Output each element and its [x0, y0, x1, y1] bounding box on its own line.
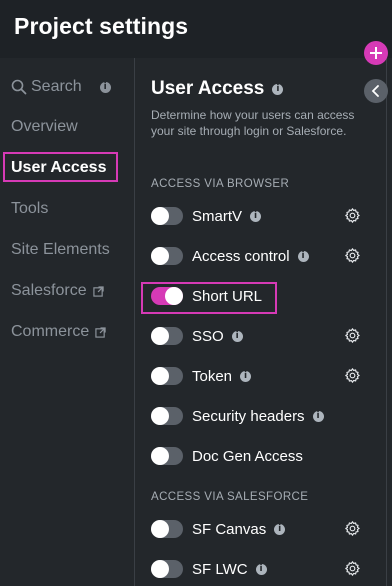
group-label-browser: ACCESS VIA BROWSER — [151, 178, 290, 190]
chevron-left-icon — [371, 85, 379, 97]
settings-sidebar: Search i Overview User Access Tools Site… — [0, 58, 134, 586]
toggle-knob — [151, 207, 169, 225]
info-icon[interactable]: i — [274, 523, 286, 535]
token-toggle[interactable] — [151, 367, 183, 385]
doc-gen-access-toggle[interactable] — [151, 447, 183, 465]
toggle-knob — [151, 520, 169, 538]
info-icon[interactable]: i — [250, 210, 262, 222]
setting-label: SmartV i — [192, 207, 262, 225]
setting-label: SF Canvas i — [192, 520, 286, 538]
setting-label-text: SSO — [192, 327, 224, 345]
setting-row-security-headers: Security headers i — [151, 403, 371, 429]
sidebar-item-overview[interactable]: Overview — [11, 118, 78, 136]
toggle-knob — [151, 247, 169, 265]
setting-row-access-control: Access control i — [151, 243, 371, 269]
setting-label-text: Security headers — [192, 407, 305, 425]
gear-icon[interactable] — [344, 207, 361, 224]
info-icon[interactable]: i — [297, 250, 309, 262]
setting-row-token: Token i — [151, 363, 371, 389]
section-description: Determine how your users can access your… — [151, 108, 355, 138]
toggle-knob — [151, 407, 169, 425]
sidebar-item-label: Salesforce — [11, 282, 87, 299]
sidebar-item-tools[interactable]: Tools — [11, 200, 48, 218]
active-item-highlight — [3, 152, 118, 182]
sidebar-item-label: Commerce — [11, 323, 90, 340]
sidebar-item-salesforce[interactable]: Salesforce — [11, 282, 104, 300]
setting-label: Doc Gen Access — [192, 448, 303, 465]
sidebar-item-label: Tools — [11, 200, 49, 217]
setting-label: SF LWC i — [192, 561, 267, 578]
sso-toggle[interactable] — [151, 327, 183, 345]
external-link-icon — [95, 326, 106, 338]
setting-label-text: SF LWC — [192, 560, 248, 578]
setting-label: SSO i — [192, 328, 243, 345]
gear-icon[interactable] — [344, 327, 361, 344]
user-access-panel: User Access i Determine how your users c… — [135, 58, 386, 586]
setting-row-sf-lwc: SF LWC i — [151, 556, 371, 582]
sidebar-item-label: Overview — [11, 118, 78, 135]
setting-row-sf-canvas: SF Canvas i — [151, 516, 371, 542]
sidebar-item-label: Site Elements — [11, 241, 110, 258]
setting-row-sso: SSO i — [151, 323, 371, 349]
setting-label-text: Doc Gen Access — [192, 447, 303, 465]
gear-icon[interactable] — [344, 367, 361, 384]
sidebar-search-label: Search — [31, 78, 82, 95]
security-headers-toggle[interactable] — [151, 407, 183, 425]
info-icon[interactable]: i — [272, 83, 284, 95]
setting-label-text: Token — [192, 367, 233, 385]
group-label-salesforce: ACCESS VIA SALESFORCE — [151, 491, 309, 503]
toggle-knob — [151, 367, 169, 385]
settings-header: Project settings — [0, 0, 392, 58]
setting-label: Access control i — [192, 248, 309, 265]
info-icon[interactable]: i — [255, 563, 267, 575]
section-title-label: User Access — [151, 78, 265, 99]
add-button[interactable] — [364, 41, 388, 65]
sidebar-search[interactable]: Search i — [11, 78, 111, 96]
gear-icon[interactable] — [344, 520, 361, 537]
setting-label-text: SmartV — [192, 207, 243, 225]
access-control-toggle[interactable] — [151, 247, 183, 265]
gear-icon[interactable] — [344, 247, 361, 264]
section-title: User Access i — [151, 78, 284, 100]
sidebar-item-commerce[interactable]: Commerce — [11, 323, 106, 341]
collapse-panel-button[interactable] — [364, 79, 388, 103]
info-icon[interactable]: i — [312, 410, 324, 422]
toggle-knob — [151, 560, 169, 578]
smartv-toggle[interactable] — [151, 207, 183, 225]
setting-row-doc-gen-access: Doc Gen Access — [151, 443, 371, 469]
info-icon[interactable]: i — [240, 370, 252, 382]
plus-icon — [370, 47, 382, 59]
external-link-icon — [92, 285, 104, 297]
setting-label-text: Access control — [192, 247, 290, 265]
panel-edge — [386, 58, 387, 586]
info-icon: i — [99, 81, 111, 93]
setting-label: Security headers i — [192, 408, 324, 425]
sidebar-item-site-elements[interactable]: Site Elements — [11, 241, 110, 259]
short-url-highlight — [141, 282, 277, 314]
search-icon — [11, 79, 27, 95]
toggle-knob — [151, 447, 169, 465]
sf-lwc-toggle[interactable] — [151, 560, 183, 578]
toggle-knob — [151, 327, 169, 345]
sf-canvas-toggle[interactable] — [151, 520, 183, 538]
setting-row-smartv: SmartV i — [151, 203, 371, 229]
gear-icon[interactable] — [344, 560, 361, 577]
setting-label: Token i — [192, 367, 252, 385]
info-icon[interactable]: i — [231, 330, 243, 342]
setting-label-text: SF Canvas — [192, 520, 267, 538]
page-title: Project settings — [14, 13, 189, 39]
